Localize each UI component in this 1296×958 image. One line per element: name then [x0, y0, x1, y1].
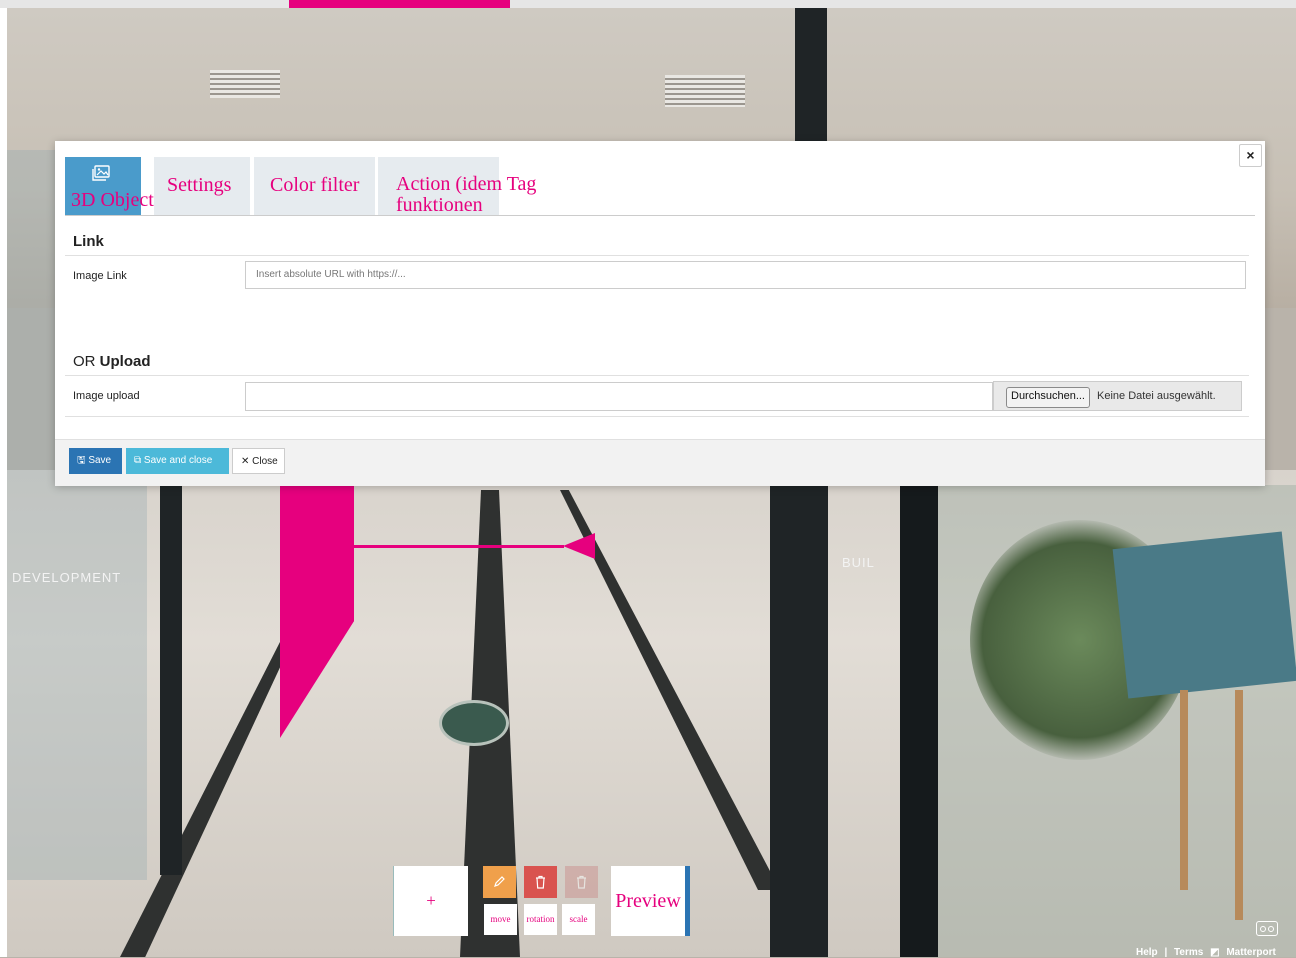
- tab-action[interactable]: Action (idem Tag funktionen: [378, 157, 536, 216]
- save-label: Save: [88, 455, 112, 466]
- floor-logo: [439, 700, 509, 746]
- tab-bar: 3D Object Settings Color filter Action (…: [65, 157, 1255, 216]
- matterport-footer-links: Help | Terms ◩ Matterport: [1136, 947, 1280, 958]
- image-upload-path-field[interactable]: [245, 382, 993, 411]
- tab-label-line: Action (idem Tag: [396, 173, 537, 195]
- close-button[interactable]: ✕ Close: [232, 448, 285, 474]
- annotation-arrow-head: [563, 533, 595, 559]
- image-upload-label: Image upload: [73, 390, 140, 402]
- info-board: [1112, 531, 1296, 699]
- top-bar: [0, 0, 1296, 8]
- add-object-button[interactable]: +: [393, 866, 468, 936]
- image-link-input[interactable]: Insert absolute URL with https://...: [245, 261, 1246, 289]
- delete-disabled-button[interactable]: [565, 866, 598, 898]
- help-link[interactable]: Help: [1136, 947, 1158, 958]
- close-icon: ✕: [241, 456, 250, 467]
- close-label: Close: [252, 456, 278, 467]
- door-frame: [160, 485, 182, 875]
- tab-3d-object[interactable]: 3D Object: [65, 157, 154, 215]
- door-frame: [900, 485, 938, 957]
- tab-label: Color filter: [270, 174, 360, 196]
- tab-label-line: funktionen: [396, 194, 483, 216]
- browse-button[interactable]: Durchsuchen...: [1006, 387, 1090, 408]
- wall-text: DEVELOPMENT: [12, 570, 122, 585]
- save-and-close-label: Save and close: [143, 455, 213, 466]
- annotation-arrow-line: [354, 545, 564, 548]
- pillar: [795, 8, 827, 141]
- image-icon: [92, 165, 110, 181]
- save-close-icon: ⧉: [134, 455, 142, 466]
- save-and-close-button[interactable]: ⧉ Save and close: [126, 448, 229, 474]
- brand-link[interactable]: Matterport: [1226, 947, 1275, 958]
- object-editor-modal: × 3D Object Settings Color filter Action…: [55, 141, 1265, 486]
- upload-title-bold: Upload: [99, 353, 151, 370]
- trash-icon: [577, 875, 586, 889]
- tab-label: Settings: [167, 174, 232, 196]
- tab-label: Action (idem Tag funktionen: [396, 174, 536, 216]
- scale-button[interactable]: scale: [562, 904, 595, 935]
- vr-icon[interactable]: [1256, 921, 1278, 936]
- move-button[interactable]: move: [484, 904, 517, 935]
- tab-color-filter[interactable]: Color filter: [254, 157, 375, 215]
- left-edge: [0, 0, 7, 957]
- edit-button[interactable]: [483, 866, 516, 898]
- modal-footer: 🖫 Save ⧉ Save and close ✕ Close: [55, 439, 1265, 486]
- easel-leg: [1180, 690, 1188, 890]
- upload-section-title: OR Upload: [73, 353, 151, 370]
- tab-settings[interactable]: Settings: [154, 157, 250, 215]
- image-link-row: Image Link Insert absolute URL with http…: [65, 255, 1249, 296]
- pillar: [770, 485, 828, 957]
- rotation-button[interactable]: rotation: [524, 904, 557, 935]
- save-button[interactable]: 🖫 Save: [69, 448, 122, 474]
- top-accent-bar: [289, 0, 510, 8]
- link-separator: |: [1164, 947, 1168, 958]
- no-file-text: Keine Datei ausgewählt.: [1097, 390, 1216, 402]
- matterport-logo-icon: ◩: [1210, 947, 1220, 958]
- ceiling-vent: [210, 70, 280, 98]
- upload-title-prefix: OR: [73, 353, 96, 370]
- terms-link[interactable]: Terms: [1174, 947, 1203, 958]
- pencil-icon: [494, 876, 505, 887]
- image-link-label: Image Link: [73, 270, 127, 282]
- file-input[interactable]: Durchsuchen... Keine Datei ausgewählt.: [993, 381, 1242, 411]
- easel-leg: [1235, 690, 1243, 920]
- link-section-title: Link: [73, 233, 104, 250]
- ceiling-vent: [665, 75, 745, 107]
- tab-label: 3D Object: [71, 189, 154, 211]
- trash-icon: [536, 875, 545, 889]
- wall-text: BUIL: [842, 555, 875, 570]
- save-icon: 🖫: [77, 455, 86, 466]
- preview-button[interactable]: Preview: [611, 866, 690, 936]
- delete-button[interactable]: [524, 866, 557, 898]
